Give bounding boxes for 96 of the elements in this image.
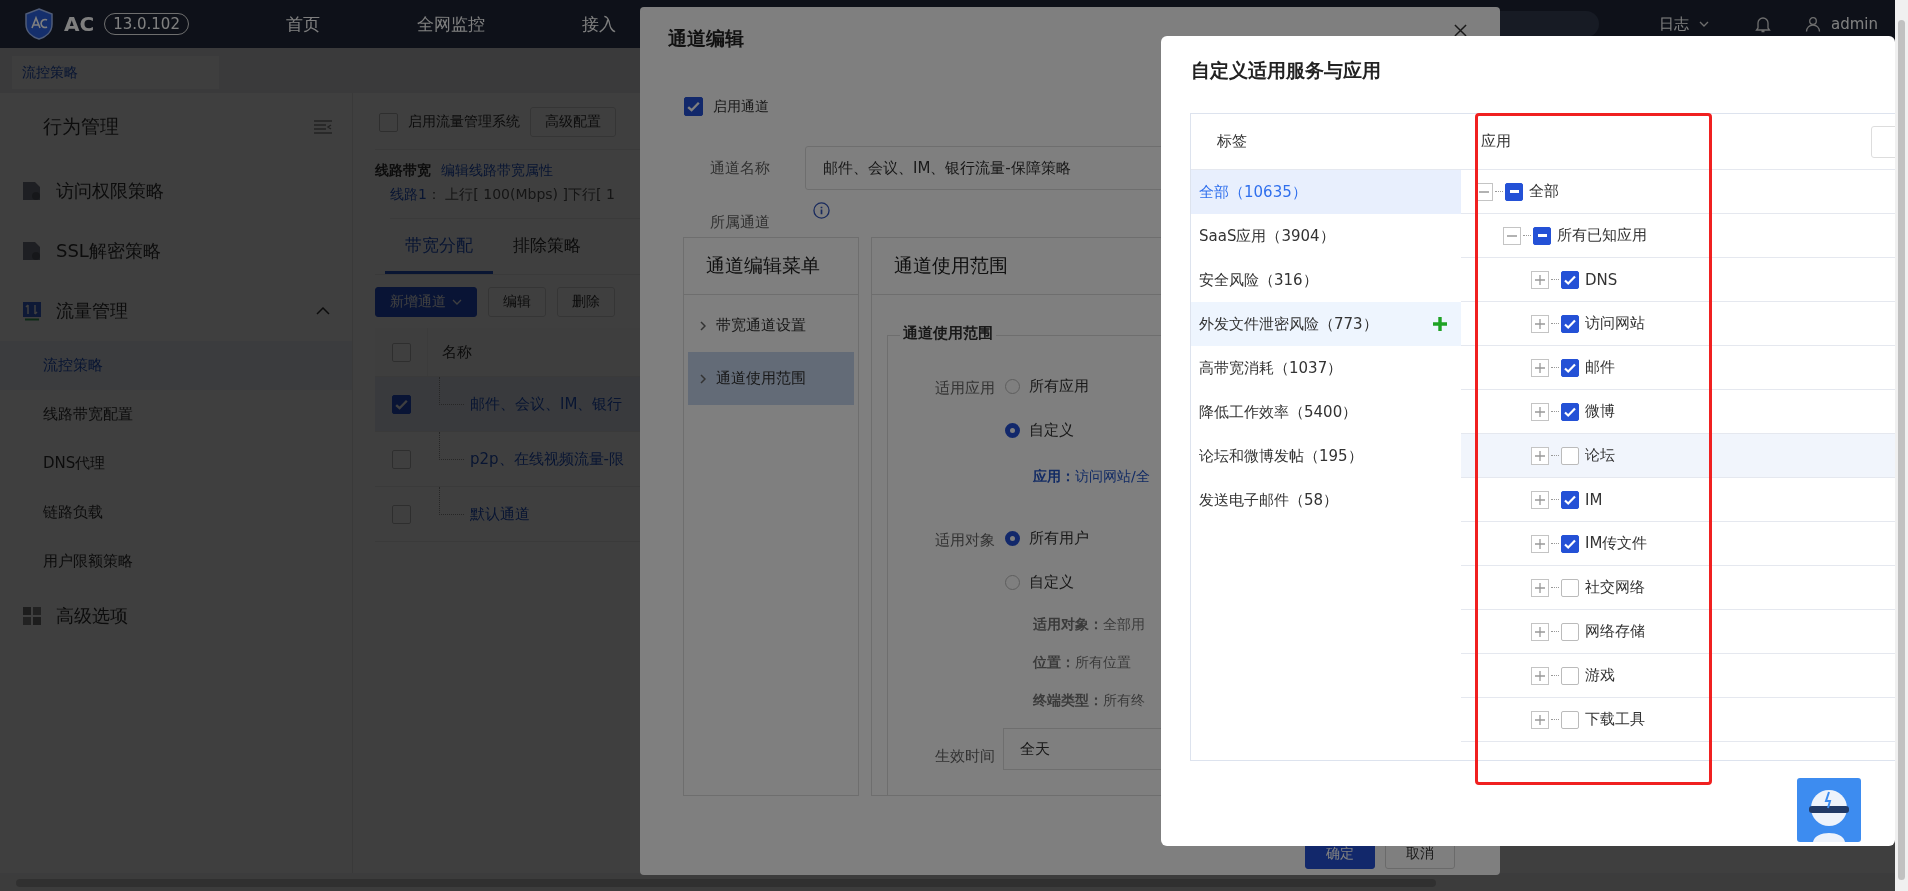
tree-item-label[interactable]: 邮件 xyxy=(1585,358,1615,377)
expand-icon[interactable] xyxy=(1531,402,1549,421)
menu-collapse-icon[interactable] xyxy=(314,120,332,134)
radio-button[interactable] xyxy=(1005,530,1020,546)
section-title: 通道使用范围 xyxy=(900,324,996,343)
target-summary: 适用对象：全部用 xyxy=(1033,616,1145,632)
tag-item[interactable]: 论坛和微博发帖（195） xyxy=(1191,434,1461,478)
tree-item-label[interactable]: 微博 xyxy=(1585,402,1615,421)
checkbox[interactable] xyxy=(1561,666,1579,685)
field-label: 适用应用 xyxy=(934,378,995,399)
expand-icon[interactable] xyxy=(1531,710,1549,729)
panel-title: 通道编辑菜单 xyxy=(706,253,820,278)
checkbox[interactable] xyxy=(1533,226,1551,245)
checkbox[interactable] xyxy=(1561,314,1579,333)
panel-title: 通道使用范围 xyxy=(894,253,1008,278)
add-icon[interactable] xyxy=(1432,316,1448,332)
tree-item-label[interactable]: 网络存储 xyxy=(1585,622,1645,641)
tag-item[interactable]: SaaS应用（3904） xyxy=(1191,214,1461,258)
grid-icon xyxy=(22,606,42,626)
checkbox[interactable] xyxy=(1561,710,1579,729)
target-summary: 位置：所有位置 xyxy=(1033,654,1131,670)
menu-item[interactable]: 带宽通道设置 xyxy=(688,299,854,352)
chart-icon xyxy=(22,301,42,321)
log-menu[interactable]: 日志 xyxy=(1659,14,1689,34)
nav-item[interactable]: 首页 xyxy=(228,12,377,36)
bell-icon[interactable] xyxy=(1755,15,1771,33)
radio-button[interactable] xyxy=(1005,378,1020,394)
menu-item[interactable]: 通道使用范围 xyxy=(688,352,854,405)
tree-item-label[interactable]: 全部 xyxy=(1529,182,1559,201)
chevron-icon[interactable] xyxy=(316,307,330,315)
document-icon xyxy=(22,181,42,201)
checkbox[interactable] xyxy=(1561,358,1579,377)
field-label: 所属通道 xyxy=(710,213,770,231)
tree-item-label[interactable]: DNS xyxy=(1585,270,1618,289)
checkbox[interactable] xyxy=(1561,490,1579,509)
close-icon[interactable] xyxy=(1454,23,1467,37)
expand-icon[interactable] xyxy=(1531,622,1549,641)
tree-item-label[interactable]: 所有已知应用 xyxy=(1557,226,1647,245)
checkbox[interactable] xyxy=(1561,402,1579,421)
tree-item-label[interactable]: 社交网络 xyxy=(1585,578,1645,597)
app-summary: 应用：访问网站/全 xyxy=(1033,468,1150,484)
checkbox[interactable] xyxy=(1561,270,1579,289)
vertical-scrollbar[interactable] xyxy=(1895,0,1908,891)
caret-icon[interactable] xyxy=(1699,21,1709,27)
checkbox-label: 启用通道 xyxy=(713,97,769,116)
tree-item-label[interactable]: 下载工具 xyxy=(1585,710,1645,729)
checkbox[interactable] xyxy=(1561,578,1579,597)
radio-label: 所有应用 xyxy=(1029,376,1089,396)
user-icon[interactable] xyxy=(1805,16,1821,32)
expand-icon[interactable] xyxy=(1531,534,1549,553)
expand-icon[interactable] xyxy=(1531,314,1549,333)
tag-item[interactable]: 降低工作效率（5400） xyxy=(1191,390,1461,434)
tree-item-label[interactable]: IM xyxy=(1585,490,1603,509)
target-summary: 终端类型：所有终 xyxy=(1033,692,1145,708)
column-header: 应用 xyxy=(1481,132,1511,151)
tag-item[interactable]: 安全风险（316） xyxy=(1191,258,1461,302)
expand-icon[interactable] xyxy=(1531,446,1549,465)
tree-item-label[interactable]: 游戏 xyxy=(1585,666,1615,685)
checkbox[interactable] xyxy=(684,97,703,116)
dialog-title: 通道编辑 xyxy=(668,26,744,51)
field-label: 通道名称 xyxy=(710,158,771,178)
expand-icon[interactable] xyxy=(1531,270,1549,289)
caret-icon xyxy=(700,320,706,331)
nav-item[interactable]: 全网监控 xyxy=(376,12,525,36)
info-icon[interactable] xyxy=(813,202,830,219)
caret-icon xyxy=(700,373,706,384)
product-name: AC xyxy=(64,12,95,36)
expand-icon[interactable] xyxy=(1531,666,1549,685)
tree-item-label[interactable]: IM传文件 xyxy=(1585,534,1648,553)
tree-item-label[interactable]: 访问网站 xyxy=(1585,314,1645,333)
expand-icon[interactable] xyxy=(1531,358,1549,377)
field-label: 适用对象 xyxy=(934,530,995,551)
radio-button[interactable] xyxy=(1005,422,1020,438)
checkbox[interactable] xyxy=(391,394,411,414)
user-name[interactable]: admin xyxy=(1831,15,1878,33)
checkbox[interactable] xyxy=(1561,446,1579,465)
radio-button[interactable] xyxy=(1005,574,1020,590)
checkbox[interactable] xyxy=(1561,622,1579,641)
expand-icon[interactable] xyxy=(1531,490,1549,509)
dialog-title: 自定义适用服务与应用 xyxy=(1191,59,1381,81)
tag-item[interactable]: 高带宽消耗（1037） xyxy=(1191,346,1461,390)
collapse-icon[interactable] xyxy=(1503,226,1521,245)
robot-assistant-icon[interactable] xyxy=(1797,778,1861,842)
tag-item[interactable]: 全部（10635） xyxy=(1191,170,1461,214)
radio-label: 所有用户 xyxy=(1029,528,1089,548)
tree-item-label[interactable]: 论坛 xyxy=(1585,446,1615,465)
document-icon xyxy=(22,241,42,261)
tag-item[interactable]: 发送电子邮件（58） xyxy=(1191,478,1461,522)
checkbox[interactable] xyxy=(1505,182,1523,201)
tag-item[interactable]: 外发文件泄密风险（773） xyxy=(1191,302,1461,346)
radio-label: 自定义 xyxy=(1029,420,1074,440)
shield-logo-icon xyxy=(24,8,54,40)
radio-label: 自定义 xyxy=(1029,572,1074,592)
checkbox[interactable] xyxy=(1561,534,1579,553)
expand-icon[interactable] xyxy=(1531,578,1549,597)
field-label: 生效时间 xyxy=(934,746,995,766)
